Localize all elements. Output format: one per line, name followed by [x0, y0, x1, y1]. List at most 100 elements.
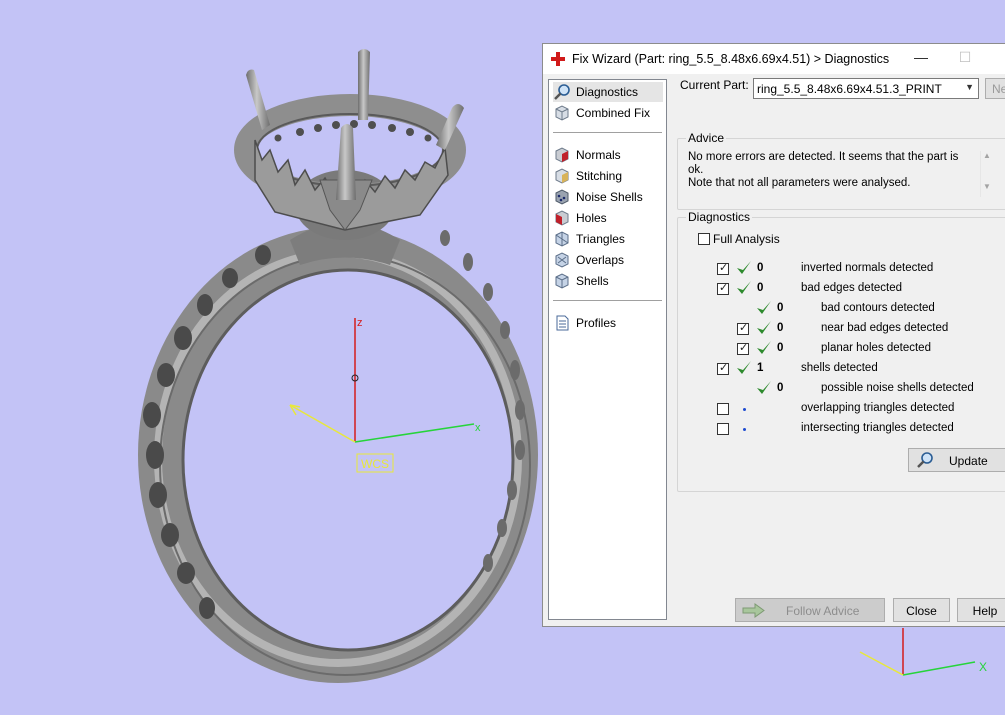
inverted-normals-count: 0 [757, 262, 764, 274]
noise-shells-label: possible noise shells detected [821, 382, 974, 394]
document-icon [556, 315, 569, 331]
cube-icon [555, 105, 569, 121]
mini-axes: X [859, 628, 987, 676]
triangles-cube-icon [555, 231, 569, 247]
intersecting-triangles-label: intersecting triangles detected [801, 422, 954, 434]
next-button[interactable]: Ne [985, 78, 1005, 99]
not-run-dot-icon [743, 428, 746, 431]
nav-label: Diagnostics [576, 85, 639, 99]
fix-wizard-dialog: Fix Wizard (Part: ring_5.5_8.48x6.69x4.5… [542, 43, 1005, 627]
intersecting-triangles-checkbox[interactable] [717, 423, 729, 435]
green-check-icon [737, 281, 751, 294]
shells-cube-icon [555, 273, 569, 289]
bad-contours-count: 0 [777, 302, 784, 314]
stitching-cube-icon [555, 168, 569, 184]
current-part-select[interactable]: ring_5.5_8.48x6.69x4.51.3_PRINT ▼ [753, 78, 979, 99]
wcs-label: WCS [361, 457, 389, 471]
not-run-dot-icon [743, 408, 746, 411]
update-label: Update [949, 454, 988, 468]
nav-divider [553, 300, 662, 301]
advice-text: No more errors are detected. It seems th… [688, 151, 973, 190]
green-check-icon [737, 361, 751, 374]
nav-label: Triangles [576, 232, 625, 246]
nav-label: Shells [576, 274, 609, 288]
shells-count: 1 [757, 362, 764, 374]
magnifier-icon [554, 84, 570, 100]
nav-item-triangles[interactable]: Triangles [553, 229, 663, 249]
green-check-icon [757, 381, 771, 394]
diagnostics-title: Diagnostics [686, 210, 753, 224]
minimize-button[interactable]: — [909, 49, 933, 69]
red-cross-icon [551, 52, 565, 66]
update-button[interactable]: Update [908, 448, 1005, 472]
mini-x-label: X [979, 660, 987, 674]
near-bad-edges-count: 0 [777, 322, 784, 334]
near-bad-edges-checkbox[interactable] [737, 321, 749, 335]
title-bar[interactable]: Fix Wizard (Part: ring_5.5_8.48x6.69x4.5… [543, 44, 1005, 74]
planar-holes-checkbox[interactable] [737, 341, 749, 355]
help-button[interactable]: Help [957, 598, 1005, 622]
near-bad-edges-label: near bad edges detected [821, 322, 949, 334]
nav-item-holes[interactable]: Holes [553, 208, 663, 228]
current-part-label: Current Part: [680, 78, 749, 92]
nav-label: Stitching [576, 169, 623, 183]
window-title: Fix Wizard (Part: ring_5.5_8.48x6.69x4.5… [572, 52, 890, 66]
maximize-button[interactable]: ☐ [953, 49, 977, 69]
advice-group: Advice No more errors are detected. It s… [677, 131, 1005, 210]
green-check-icon [757, 301, 771, 314]
magnifier-icon [917, 452, 933, 468]
current-part-value: ring_5.5_8.48x6.69x4.51.3_PRINT [757, 82, 942, 96]
follow-advice-label: Follow Advice [786, 604, 860, 618]
chevron-down-icon: ▼ [965, 82, 974, 92]
noise-shells-icon [555, 189, 569, 205]
nav-item-stitching[interactable]: Stitching [553, 166, 663, 186]
shells-label: shells detected [801, 362, 878, 374]
nav-label: Profiles [576, 316, 617, 330]
nav-label: Holes [576, 211, 607, 225]
follow-advice-button[interactable]: Follow Advice [735, 598, 885, 622]
full-analysis-checkbox[interactable] [698, 233, 710, 245]
nav-item-shells[interactable]: Shells [553, 271, 663, 291]
advice-title: Advice [686, 131, 727, 145]
nav-item-profiles[interactable]: Profiles [553, 313, 663, 333]
advice-line: No more errors are detected. It seems th… [688, 151, 959, 176]
bad-contours-label: bad contours detected [821, 302, 935, 314]
green-check-icon [757, 321, 771, 334]
nav-item-normals[interactable]: Normals [553, 145, 663, 165]
full-analysis-label: Full Analysis [713, 232, 780, 246]
green-check-icon [737, 261, 751, 274]
nav-label: Normals [576, 148, 621, 162]
overlapping-triangles-checkbox[interactable] [717, 403, 729, 415]
shells-checkbox[interactable] [717, 361, 729, 375]
noise-shells-count: 0 [777, 382, 784, 394]
arrow-right-icon [742, 603, 765, 618]
overlaps-cube-icon [555, 252, 569, 268]
ring-model [138, 49, 538, 683]
planar-holes-label: planar holes detected [821, 342, 931, 354]
wizard-nav-panel: Diagnostics Combined Fix Normals Stitchi… [548, 79, 667, 620]
advice-line: Note that not all parameters were analys… [688, 177, 911, 189]
scroll-up-icon[interactable]: ▲ [981, 151, 993, 160]
nav-label: Overlaps [576, 253, 625, 267]
overlapping-triangles-label: overlapping triangles detected [801, 402, 955, 414]
x-axis-label: x [475, 422, 481, 434]
scroll-down-icon[interactable]: ▼ [981, 182, 993, 191]
nav-label: Noise Shells [576, 190, 643, 204]
nav-item-combined-fix[interactable]: Combined Fix [553, 103, 663, 123]
bad-edges-checkbox[interactable] [717, 281, 729, 295]
holes-cube-icon [555, 210, 569, 226]
nav-item-diagnostics[interactable]: Diagnostics [553, 82, 663, 102]
normals-cube-icon [555, 147, 569, 163]
inverted-normals-checkbox[interactable] [717, 261, 729, 275]
nav-item-overlaps[interactable]: Overlaps [553, 250, 663, 270]
close-button[interactable]: Close [893, 598, 950, 622]
bad-edges-label: bad edges detected [801, 282, 903, 294]
advice-scrollbar[interactable]: ▲ ▼ [980, 151, 993, 197]
planar-holes-count: 0 [777, 342, 784, 354]
nav-divider [553, 132, 662, 133]
bad-edges-count: 0 [757, 282, 764, 294]
green-check-icon [757, 341, 771, 354]
nav-item-noise-shells[interactable]: Noise Shells [553, 187, 663, 207]
inverted-normals-label: inverted normals detected [801, 262, 934, 274]
nav-label: Combined Fix [576, 106, 651, 120]
